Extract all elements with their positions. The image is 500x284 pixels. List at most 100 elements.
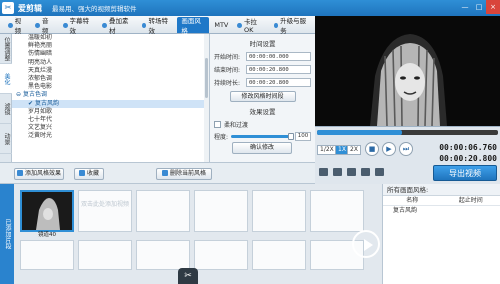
- speed-2x-button[interactable]: 2X: [347, 145, 361, 155]
- list-item-selected[interactable]: ✔ 复古风韵: [12, 99, 209, 108]
- list-item[interactable]: 明亮动人: [12, 59, 209, 67]
- duration-label: 持续时长:: [214, 79, 241, 87]
- category-sidebar: 位置调整 美化 滤镜 动景: [0, 34, 12, 162]
- empty-clip-slot[interactable]: [136, 190, 190, 232]
- video-frame: [315, 16, 500, 126]
- audio-slot[interactable]: [20, 240, 74, 270]
- table-row[interactable]: 复古风韵: [383, 206, 500, 216]
- close-button[interactable]: ×: [486, 0, 500, 14]
- tab-mtv[interactable]: MTV: [210, 17, 232, 33]
- tab-video[interactable]: 视频: [4, 17, 30, 35]
- clip-preview-image: [22, 192, 72, 230]
- speed-half-button[interactable]: 1/2X: [317, 145, 337, 155]
- settings-icon[interactable]: [361, 168, 370, 176]
- slider-knob[interactable]: [288, 133, 294, 140]
- list-item[interactable]: 天真烂漫: [12, 67, 209, 75]
- timeline-area: 已添加片段 镜道40 双击此处添加视频 音频 ✂: [0, 184, 382, 284]
- fade-label: 柔和过渡: [224, 122, 249, 129]
- app-title: 爱剪辑: [18, 3, 42, 13]
- minimize-button[interactable]: —: [458, 0, 472, 14]
- add-style-button[interactable]: 添加风格效果: [14, 168, 64, 180]
- tab-karaoke[interactable]: 卡拉OK: [233, 17, 268, 34]
- audio-slot[interactable]: [310, 240, 364, 270]
- list-item[interactable]: 浓郁色调: [12, 75, 209, 83]
- progress-fill: [317, 130, 403, 135]
- duration-input[interactable]: 00:00:20.800: [246, 77, 311, 87]
- tab-upgrade[interactable]: 升级与服务: [270, 17, 314, 35]
- tab-subtitle-effects[interactable]: 字幕特效: [59, 17, 97, 35]
- start-time-input[interactable]: 00:00:00.000: [246, 51, 311, 61]
- playback-controls: 1/2X 1X 2X ■ ▶ ⏭ 00:00:06.760 00:00:20.8…: [315, 126, 500, 184]
- layers-icon: [102, 22, 107, 28]
- sidebar-item-beautify[interactable]: 美化: [0, 64, 12, 94]
- play-button[interactable]: ▶: [382, 142, 396, 156]
- sidebar-item-filter[interactable]: 滤镜: [0, 94, 12, 124]
- end-time-field: 结束时间: 00:00:20.800: [214, 64, 311, 74]
- tab-overlay[interactable]: 叠加素材: [98, 17, 136, 35]
- start-time-label: 开始时间:: [214, 53, 241, 61]
- list-item[interactable]: 伤情幽暗: [12, 50, 209, 58]
- list-item[interactable]: 泛黄时光: [12, 132, 209, 140]
- added-clips-tab[interactable]: 已添加片段: [0, 184, 14, 284]
- main-tabs: 视频 音频 字幕特效 叠加素材 转场特效 画面风格 MTV 卡拉OK 升级与服务: [0, 16, 315, 35]
- clip-caption: 镜道40: [38, 232, 56, 238]
- current-time: 00:00:06.760: [439, 143, 497, 152]
- effect-action-bar: 添加风格效果 收藏 删除当前风格: [0, 162, 315, 184]
- export-video-button[interactable]: 导出视频: [433, 165, 497, 181]
- tab-label: MTV: [214, 21, 229, 29]
- audio-slot[interactable]: [252, 240, 306, 270]
- fade-checkbox[interactable]: [214, 121, 221, 128]
- add-style-label: 添加风格效果: [24, 170, 61, 177]
- stop-button[interactable]: ■: [365, 142, 379, 156]
- tab-label: 转场特效: [148, 17, 168, 35]
- tab-audio[interactable]: 音频: [31, 17, 57, 35]
- title-bar: ✂ 爱剪辑 最易用、强大的视频剪辑软件 — □ ×: [0, 0, 500, 16]
- tab-transitions[interactable]: 转场特效: [138, 17, 176, 35]
- step-button[interactable]: ⏭: [399, 142, 413, 156]
- list-item[interactable]: 岁月如歌: [12, 108, 209, 116]
- music-icon: [35, 22, 41, 28]
- degree-slider[interactable]: [231, 133, 294, 140]
- empty-clip-slot[interactable]: [252, 190, 306, 232]
- group-label: 复古色调: [22, 91, 47, 99]
- clip-thumbnail[interactable]: 镜道40: [20, 190, 74, 238]
- video-preview[interactable]: [315, 16, 500, 126]
- effect-list-scrollbar[interactable]: [204, 34, 209, 162]
- end-time-input[interactable]: 00:00:20.800: [246, 64, 311, 74]
- maximize-button[interactable]: □: [472, 0, 486, 14]
- list-item[interactable]: 七十年代: [12, 116, 209, 124]
- scrollbar-thumb[interactable]: [205, 58, 208, 98]
- app-logo-icon: ✂: [2, 2, 14, 14]
- time-settings-panel: 时间设置 开始时间: 00:00:00.000 结束时间: 00:00:20.8…: [210, 34, 315, 162]
- placeholder-text: 双击此处添加视频: [80, 201, 129, 208]
- added-styles-title: 所有画面风格:: [383, 184, 500, 196]
- sidebar-item-position[interactable]: 位置调整: [0, 34, 12, 64]
- save-icon[interactable]: [347, 168, 356, 176]
- effect-list: 温暖如初 鲜艳亮丽 伤情幽暗 明亮动人 天真烂漫 浓郁色调 黑色电影 ⊖ 复古色…: [12, 34, 210, 162]
- degree-input[interactable]: 100: [295, 132, 311, 141]
- tab-picture-style[interactable]: 画面风格: [177, 17, 210, 35]
- list-item[interactable]: 温暖如初: [12, 34, 209, 42]
- scissors-icon[interactable]: ✂: [178, 268, 198, 284]
- playback-progress-bar[interactable]: [317, 130, 498, 135]
- tab-label: 叠加素材: [109, 17, 129, 35]
- sidebar-item-motion[interactable]: 动景: [0, 124, 12, 154]
- folder-icon[interactable]: [333, 168, 342, 176]
- trash-icon: [161, 170, 168, 176]
- app-slogan: 最易用、强大的视频剪辑软件: [52, 5, 137, 13]
- list-group-header[interactable]: ⊖ 复古色调: [12, 91, 209, 99]
- empty-clip-slot[interactable]: 双击此处添加视频: [78, 190, 132, 232]
- confirm-modify-button[interactable]: 确认修改: [232, 142, 292, 154]
- delete-style-button[interactable]: 删除当前风格: [156, 168, 212, 180]
- fade-option[interactable]: 柔和过渡: [214, 120, 311, 129]
- empty-clip-slot[interactable]: [194, 190, 248, 232]
- audio-slot[interactable]: [78, 240, 132, 270]
- audio-slot[interactable]: [136, 240, 190, 270]
- fullscreen-icon[interactable]: [375, 168, 384, 176]
- snapshot-icon[interactable]: [319, 168, 328, 176]
- empty-clip-slot[interactable]: [310, 190, 364, 232]
- total-time: 00:00:20.800: [439, 154, 497, 163]
- modify-time-range-button[interactable]: 修改风格时间段: [229, 91, 296, 102]
- audio-slot[interactable]: [194, 240, 248, 270]
- favorite-button[interactable]: 收藏: [74, 168, 104, 180]
